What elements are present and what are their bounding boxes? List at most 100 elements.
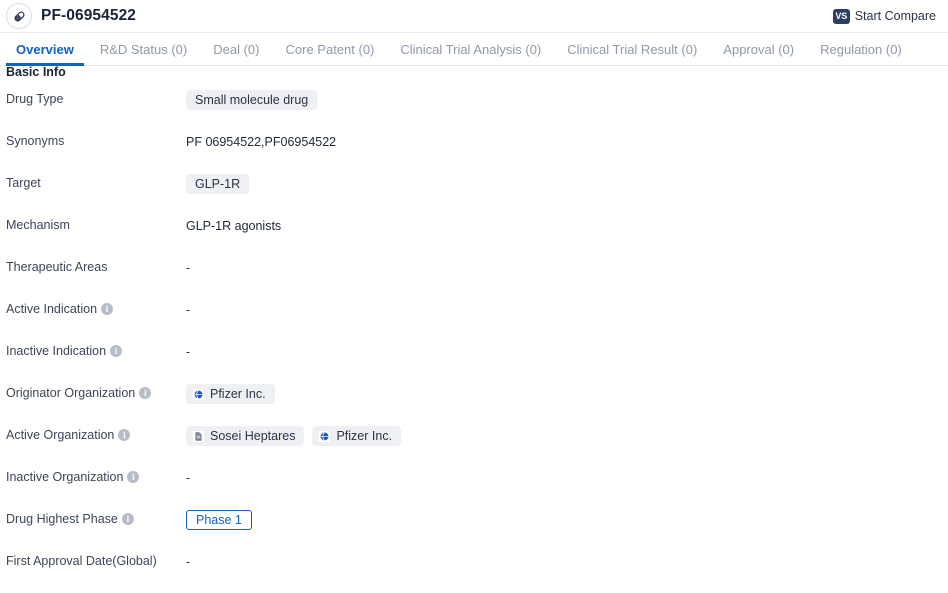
- empty-value: -: [186, 345, 191, 359]
- chip-label: Sosei Heptares: [210, 429, 296, 443]
- info-icon[interactable]: i: [139, 387, 152, 399]
- row-label-inactive-organization: Inactive Organization i: [6, 467, 186, 484]
- row-value-drug-highest-phase: Phase 1: [186, 509, 948, 530]
- table-row: Mechanism GLP-1R agonists: [0, 215, 948, 257]
- row-label-synonyms: Synonyms: [6, 131, 186, 148]
- basic-info-list: Drug Type Small molecule drug Synonyms P…: [0, 83, 948, 593]
- tab-deal[interactable]: Deal (0): [200, 33, 272, 65]
- row-value-drug-type: Small molecule drug: [186, 89, 948, 110]
- table-row: Inactive Indication i -: [0, 341, 948, 383]
- row-label-originator-organization: Originator Organization i: [6, 383, 186, 400]
- target-chip[interactable]: GLP-1R: [186, 174, 250, 194]
- start-compare-button[interactable]: VS Start Compare: [832, 8, 938, 24]
- chip-label: Small molecule drug: [195, 93, 309, 107]
- row-label-text: Inactive Indication: [6, 344, 107, 358]
- organization-chip-pfizer[interactable]: Pfizer Inc.: [186, 384, 275, 404]
- tab-label: Deal (0): [213, 41, 260, 57]
- company-globe-icon: [319, 430, 331, 442]
- table-row: Synonyms PF 06954522,PF06954522: [0, 131, 948, 173]
- info-icon[interactable]: i: [101, 303, 114, 315]
- row-label-inactive-indication: Inactive Indication i: [6, 341, 186, 358]
- vs-icon: VS: [832, 8, 850, 24]
- row-label-text: Drug Type: [6, 92, 64, 106]
- tab-label: R&D Status (0): [99, 41, 188, 57]
- company-globe-icon: [193, 388, 204, 400]
- organization-chip-pfizer[interactable]: Pfizer Inc.: [312, 426, 402, 446]
- row-label-mechanism: Mechanism: [6, 215, 186, 232]
- status-badge[interactable]: Phase 1: [186, 510, 252, 530]
- row-label-text: Originator Organization: [6, 386, 136, 400]
- section-title: Basic Info: [6, 66, 66, 79]
- empty-value: -: [186, 303, 191, 317]
- row-label-active-organization: Active Organization i: [6, 425, 186, 442]
- table-row: First Approval Date(Global) -: [0, 551, 948, 593]
- row-label-first-approval-date: First Approval Date(Global): [6, 551, 186, 568]
- row-label-text: Drug Highest Phase: [6, 512, 118, 526]
- row-label-therapeutic-areas: Therapeutic Areas: [6, 257, 186, 274]
- table-row: Active Indication i -: [0, 299, 948, 341]
- row-label-text: Mechanism: [6, 218, 70, 232]
- tab-label: Overview: [16, 41, 74, 57]
- info-icon[interactable]: i: [118, 429, 131, 441]
- mechanism-text: GLP-1R agonists: [186, 219, 282, 233]
- table-row: Originator Organization i Pfizer Inc.: [0, 383, 948, 425]
- info-icon[interactable]: i: [110, 345, 123, 357]
- basic-info-section-header: Basic Info: [0, 66, 948, 83]
- tab-approval[interactable]: Approval (0): [710, 33, 807, 65]
- table-row: Inactive Organization i -: [0, 467, 948, 509]
- row-value-target: GLP-1R: [186, 173, 948, 194]
- tab-rd-status[interactable]: R&D Status (0): [87, 33, 200, 65]
- tab-label: Clinical Trial Analysis (0): [400, 41, 542, 57]
- chip-label: Pfizer Inc.: [336, 429, 393, 443]
- row-value-inactive-indication: -: [186, 341, 948, 362]
- tab-clinical-trial-analysis[interactable]: Clinical Trial Analysis (0): [387, 33, 554, 65]
- company-document-icon: [193, 430, 204, 442]
- row-label-text: Inactive Organization: [6, 470, 124, 484]
- info-icon[interactable]: i: [127, 471, 140, 483]
- row-value-originator-organization: Pfizer Inc.: [186, 383, 948, 404]
- row-value-active-indication: -: [186, 299, 948, 320]
- row-label-text: Therapeutic Areas: [6, 260, 108, 274]
- table-row: Target GLP-1R: [0, 173, 948, 215]
- empty-value: -: [186, 261, 191, 275]
- chip-label: GLP-1R: [195, 177, 241, 191]
- tab-label: Approval (0): [723, 41, 795, 57]
- pill-icon: [6, 3, 32, 29]
- drug-type-chip[interactable]: Small molecule drug: [186, 90, 318, 110]
- row-label-target: Target: [6, 173, 186, 190]
- row-label-text: Target: [6, 176, 41, 190]
- row-label-drug-highest-phase: Drug Highest Phase i: [6, 509, 186, 526]
- row-label-drug-type: Drug Type: [6, 89, 186, 106]
- organization-chip-sosei-heptares[interactable]: Sosei Heptares: [186, 426, 305, 446]
- tab-overview[interactable]: Overview: [3, 33, 87, 66]
- empty-value: -: [186, 471, 191, 485]
- row-label-text: Synonyms: [6, 134, 65, 148]
- row-value-therapeutic-areas: -: [186, 257, 948, 278]
- tab-clinical-trial-result[interactable]: Clinical Trial Result (0): [554, 33, 710, 65]
- tab-label: Regulation (0): [820, 41, 902, 57]
- row-label-active-indication: Active Indication i: [6, 299, 186, 316]
- row-value-synonyms: PF 06954522,PF06954522: [186, 131, 948, 152]
- row-value-first-approval-date: -: [186, 551, 948, 572]
- table-row: Drug Type Small molecule drug: [0, 89, 948, 131]
- tab-label: Core Patent (0): [285, 41, 375, 57]
- start-compare-label: Start Compare: [854, 9, 936, 23]
- tab-regulation[interactable]: Regulation (0): [807, 33, 915, 65]
- tab-bar: Overview R&D Status (0) Deal (0) Core Pa…: [0, 33, 948, 66]
- row-value-inactive-organization: -: [186, 467, 948, 488]
- row-label-text: Active Organization: [6, 428, 115, 442]
- table-row: Therapeutic Areas -: [0, 257, 948, 299]
- row-label-text: Active Indication: [6, 302, 98, 316]
- row-label-text: First Approval Date(Global): [6, 554, 157, 568]
- synonyms-text: PF 06954522,PF06954522: [186, 135, 337, 149]
- tab-label: Clinical Trial Result (0): [567, 41, 698, 57]
- row-value-active-organization: Sosei Heptares Pfizer Inc.: [186, 425, 948, 446]
- page-title: PF-06954522: [41, 7, 137, 24]
- table-row: Active Organization i Sosei Heptares Pfi…: [0, 425, 948, 467]
- tab-core-patent[interactable]: Core Patent (0): [273, 33, 388, 65]
- empty-value: -: [186, 555, 191, 569]
- chip-label: Pfizer Inc.: [210, 387, 266, 401]
- info-icon[interactable]: i: [121, 513, 134, 525]
- page-header: PF-06954522 VS Start Compare: [0, 0, 948, 33]
- table-row: Drug Highest Phase i Phase 1: [0, 509, 948, 551]
